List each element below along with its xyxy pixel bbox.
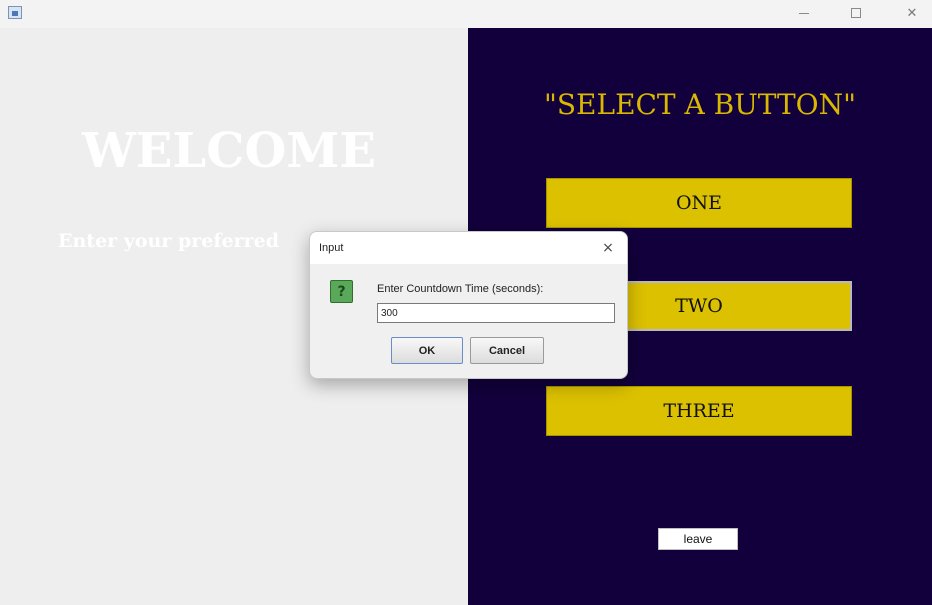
- question-icon: ?: [330, 280, 353, 303]
- leave-button[interactable]: leave: [658, 528, 738, 550]
- button-three[interactable]: THREE: [546, 386, 852, 436]
- cancel-button[interactable]: Cancel: [470, 337, 544, 364]
- dialog-title-bar: Input ×: [310, 232, 627, 264]
- dialog-close-icon[interactable]: ×: [598, 238, 618, 258]
- preference-prompt: Enter your preferred: [58, 230, 279, 252]
- java-app-icon: [8, 6, 22, 19]
- close-icon[interactable]: ✕: [892, 0, 932, 26]
- button-one[interactable]: ONE: [546, 178, 852, 228]
- countdown-input[interactable]: [377, 303, 615, 323]
- ok-button[interactable]: OK: [391, 337, 463, 364]
- select-title: "SELECT A BUTTON": [543, 88, 857, 121]
- minimize-icon[interactable]: [784, 0, 824, 26]
- dialog-title: Input: [319, 242, 344, 254]
- window-title-bar: ✕: [0, 0, 932, 28]
- input-dialog: Input × ? Enter Countdown Time (seconds)…: [309, 231, 628, 379]
- maximize-icon[interactable]: [836, 0, 876, 26]
- countdown-label: Enter Countdown Time (seconds):: [377, 283, 544, 295]
- welcome-heading: WELCOME: [82, 123, 376, 179]
